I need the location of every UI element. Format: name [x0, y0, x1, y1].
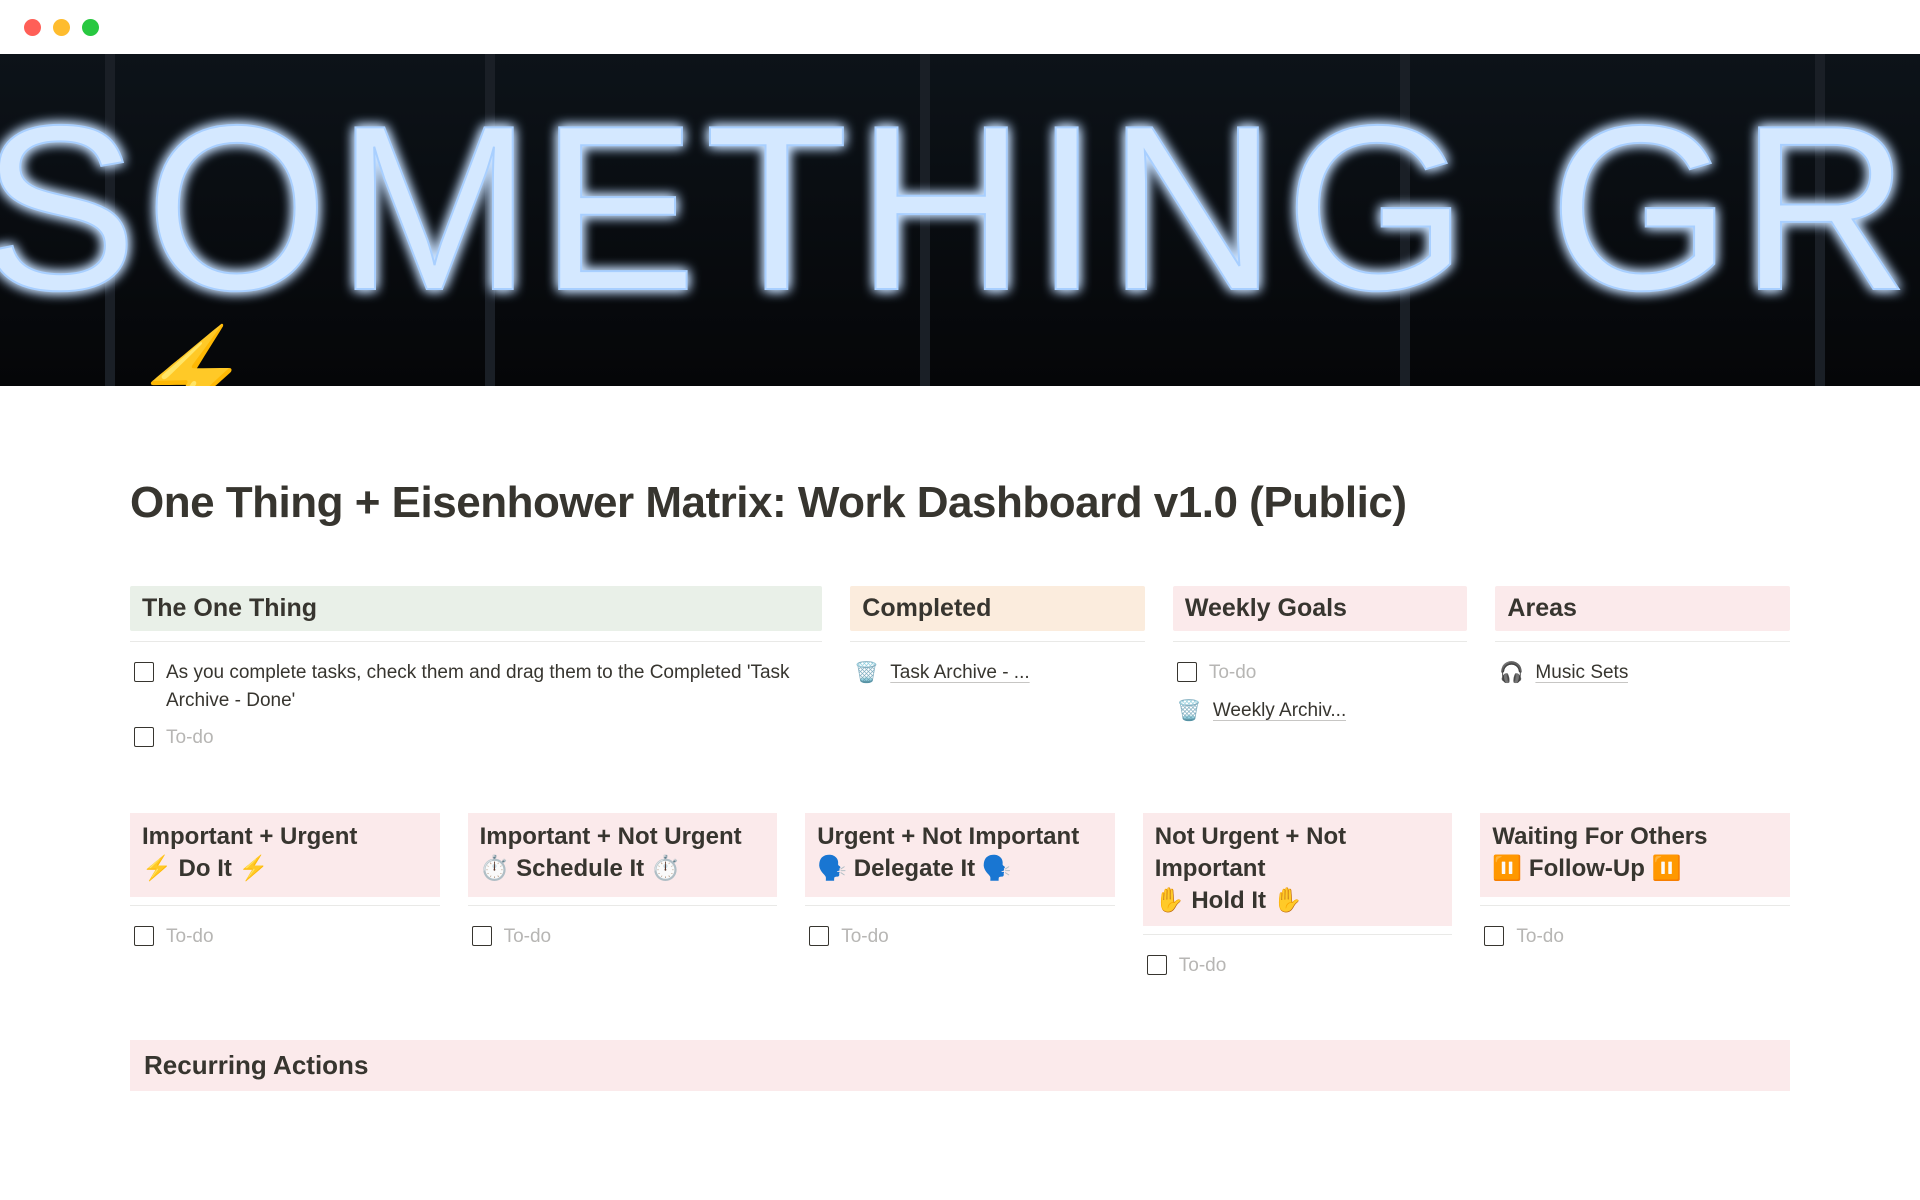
- window-titlebar: [0, 0, 1920, 54]
- matrix-header-do-it[interactable]: Important + Urgent ⚡ Do It ⚡: [130, 813, 440, 897]
- checkbox[interactable]: [134, 727, 154, 747]
- todo-item-empty[interactable]: To-do: [1143, 947, 1453, 985]
- section-header-one-thing[interactable]: The One Thing: [130, 586, 822, 631]
- svg-text:DO SOMETHING GREAT: DO SOMETHING GREAT: [0, 76, 1920, 339]
- todo-placeholder[interactable]: To-do: [504, 923, 552, 951]
- matrix-col-follow-up: Waiting For Others ⏸️ Follow-Up ⏸️ To-do: [1480, 813, 1790, 985]
- todo-placeholder[interactable]: To-do: [1516, 923, 1564, 951]
- todo-item-empty[interactable]: To-do: [1480, 918, 1790, 956]
- matrix-header-follow-up[interactable]: Waiting For Others ⏸️ Follow-Up ⏸️: [1480, 813, 1790, 897]
- trash-icon: 🗑️: [1177, 697, 1201, 726]
- checkbox[interactable]: [809, 926, 829, 946]
- todo-item-empty[interactable]: To-do: [468, 918, 778, 956]
- divider: [468, 905, 778, 906]
- trash-icon: 🗑️: [854, 659, 878, 688]
- page-link-text[interactable]: Task Archive - ...: [890, 659, 1029, 687]
- divider: [1495, 641, 1790, 642]
- todo-item-empty[interactable]: To-do: [130, 918, 440, 956]
- divider: [1173, 641, 1468, 642]
- page-cover[interactable]: DO SOMETHING GREAT ⚡: [0, 54, 1920, 386]
- section-header-weekly[interactable]: Weekly Goals: [1173, 586, 1468, 631]
- todo-text[interactable]: As you complete tasks, check them and dr…: [166, 659, 818, 714]
- divider: [130, 641, 822, 642]
- todo-placeholder[interactable]: To-do: [166, 724, 214, 752]
- todo-item[interactable]: As you complete tasks, check them and dr…: [130, 654, 822, 719]
- section-header-areas[interactable]: Areas: [1495, 586, 1790, 631]
- checkbox[interactable]: [134, 662, 154, 682]
- todo-placeholder[interactable]: To-do: [841, 923, 889, 951]
- maximize-window-button[interactable]: [82, 19, 99, 36]
- close-window-button[interactable]: [24, 19, 41, 36]
- todo-item-empty[interactable]: To-do: [1173, 654, 1468, 692]
- divider: [850, 641, 1145, 642]
- divider: [130, 905, 440, 906]
- matrix-col-hold-it: Not Urgent + Not Important ✋ Hold It ✋ T…: [1143, 813, 1453, 985]
- matrix-header-schedule-it[interactable]: Important + Not Urgent ⏱️ Schedule It ⏱️: [468, 813, 778, 897]
- headphones-icon: 🎧: [1499, 659, 1523, 688]
- section-header-completed[interactable]: Completed: [850, 586, 1145, 631]
- section-header-recurring[interactable]: Recurring Actions: [130, 1040, 1790, 1091]
- page-link-item[interactable]: 🗑️ Task Archive - ...: [850, 654, 1145, 693]
- checkbox[interactable]: [472, 926, 492, 946]
- checkbox[interactable]: [1147, 955, 1167, 975]
- section-weekly-goals: Weekly Goals To-do 🗑️ Weekly Archiv...: [1173, 586, 1468, 757]
- section-completed: Completed 🗑️ Task Archive - ...: [850, 586, 1145, 757]
- todo-item-empty[interactable]: To-do: [130, 719, 822, 757]
- todo-placeholder[interactable]: To-do: [166, 923, 214, 951]
- matrix-col-do-it: Important + Urgent ⚡ Do It ⚡ To-do: [130, 813, 440, 985]
- matrix-header-hold-it[interactable]: Not Urgent + Not Important ✋ Hold It ✋: [1143, 813, 1453, 926]
- page-title[interactable]: One Thing + Eisenhower Matrix: Work Dash…: [130, 478, 1790, 528]
- checkbox[interactable]: [134, 926, 154, 946]
- todo-placeholder[interactable]: To-do: [1179, 952, 1227, 980]
- cover-image: DO SOMETHING GREAT: [0, 54, 1920, 386]
- page-link-text[interactable]: Music Sets: [1535, 659, 1628, 687]
- matrix-col-schedule-it: Important + Not Urgent ⏱️ Schedule It ⏱️…: [468, 813, 778, 985]
- matrix-col-delegate-it: Urgent + Not Important 🗣️ Delegate It 🗣️…: [805, 813, 1115, 985]
- page-icon[interactable]: ⚡: [132, 330, 252, 386]
- section-areas: Areas 🎧 Music Sets: [1495, 586, 1790, 757]
- page-link-item[interactable]: 🗑️ Weekly Archiv...: [1173, 692, 1468, 731]
- top-sections-row: The One Thing As you complete tasks, che…: [130, 586, 1790, 757]
- matrix-header-delegate-it[interactable]: Urgent + Not Important 🗣️ Delegate It 🗣️: [805, 813, 1115, 897]
- minimize-window-button[interactable]: [53, 19, 70, 36]
- divider: [1143, 934, 1453, 935]
- section-one-thing: The One Thing As you complete tasks, che…: [130, 586, 822, 757]
- divider: [805, 905, 1115, 906]
- checkbox[interactable]: [1484, 926, 1504, 946]
- eisenhower-matrix-row: Important + Urgent ⚡ Do It ⚡ To-do Impor…: [130, 813, 1790, 985]
- checkbox[interactable]: [1177, 662, 1197, 682]
- todo-placeholder[interactable]: To-do: [1209, 659, 1257, 687]
- todo-item-empty[interactable]: To-do: [805, 918, 1115, 956]
- page-content: One Thing + Eisenhower Matrix: Work Dash…: [0, 386, 1920, 1091]
- divider: [1480, 905, 1790, 906]
- page-link-item[interactable]: 🎧 Music Sets: [1495, 654, 1790, 693]
- page-link-text[interactable]: Weekly Archiv...: [1213, 697, 1346, 725]
